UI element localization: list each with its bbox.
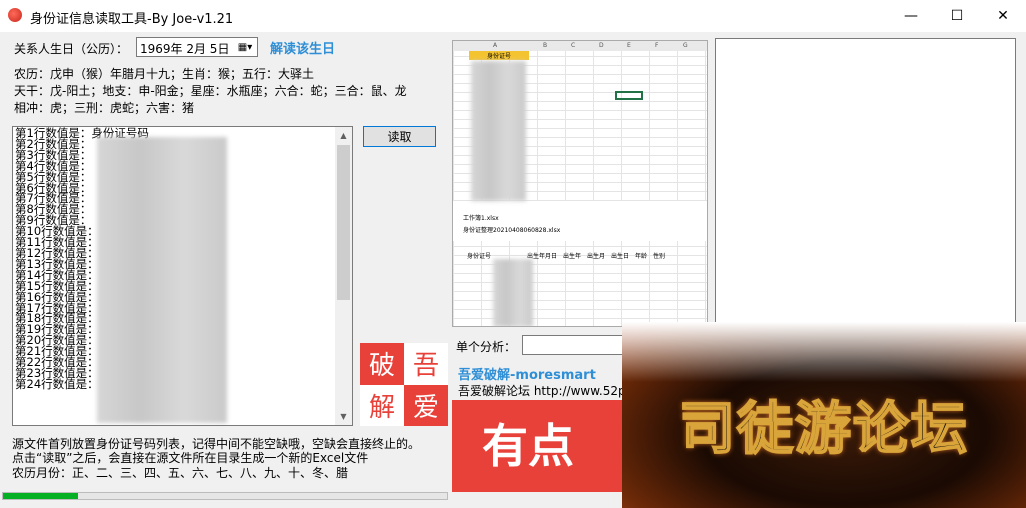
stamp-char: 解 <box>360 384 404 426</box>
vertical-scrollbar[interactable]: ▲ ▼ <box>335 127 352 425</box>
stamp-char: 爱 <box>412 392 439 423</box>
file-item: 身份证整理20210408060828.xlsx <box>463 227 561 234</box>
app-icon <box>8 8 22 22</box>
date-value: 1969年 2月 5日 <box>140 42 230 56</box>
smoke-decoration <box>622 322 1026 382</box>
single-analysis-input[interactable] <box>522 335 632 355</box>
lunar-info-line: 相冲：虎；三刑：虎蛇；六害：猪 <box>14 101 195 115</box>
forum-url[interactable]: 吾爱破解论坛 http://www.52po <box>458 382 633 399</box>
column-letter: E <box>627 42 631 49</box>
decode-birthday-button[interactable]: 解读该生日 <box>270 38 335 57</box>
preview-image: A B C D E F G 身份证号 工作簿1.xlsx 身份证整理202104… <box>452 40 708 327</box>
forum-watermark-banner: 司徒游论坛 <box>622 322 1026 508</box>
scroll-thumb[interactable] <box>337 145 350 300</box>
birthday-label: 关系人生日（公历）： <box>14 42 129 56</box>
output-textarea[interactable]: 第1行数值是：身份证号码 第2行数值是： 第3行数值是： 第4行数值是： 第5行… <box>12 126 353 426</box>
column-letter: D <box>599 42 604 49</box>
maximize-button[interactable]: ☐ <box>934 0 980 32</box>
brand-link[interactable]: 吾爱破解-moresmart <box>458 364 596 383</box>
forum-watermark-text: 司徒游论坛 <box>678 395 969 463</box>
single-analysis-label: 单个分析： <box>456 340 517 354</box>
progress-bar <box>2 492 448 500</box>
calendar-icon[interactable]: ▦▾ <box>233 38 257 56</box>
result-panel[interactable] <box>715 38 1016 325</box>
stamp-char: 吾 <box>404 343 448 385</box>
scroll-up-icon[interactable]: ▲ <box>335 127 352 144</box>
column-letter: B <box>543 42 548 49</box>
instruction-line: 农历月份：正、二、三、四、五、六、七、八、九、十、冬、腊 <box>12 466 349 480</box>
title-bar: 身份证信息读取工具-By Joe-v1.21 — ☐ ✕ <box>0 0 1026 32</box>
result-spreadsheet: 身份证号 出生年月日 出生年 出生月 出生日 年龄 性别 <box>453 241 707 326</box>
read-button[interactable]: 读取 <box>363 126 436 147</box>
file-item: 工作簿1.xlsx <box>463 215 499 222</box>
header-cell: 身份证号 <box>469 51 529 60</box>
redaction-blur <box>97 137 227 423</box>
redaction-blur <box>493 259 533 326</box>
ad-banner-text: 有点 <box>482 419 574 473</box>
window-title: 身份证信息读取工具-By Joe-v1.21 <box>30 12 234 27</box>
redaction-blur <box>471 61 526 201</box>
spreadsheet-column-header <box>453 41 707 51</box>
close-button[interactable]: ✕ <box>980 0 1026 32</box>
scroll-down-icon[interactable]: ▼ <box>335 408 352 425</box>
ad-banner[interactable]: 有点 <box>452 400 622 492</box>
column-letter: C <box>571 42 576 49</box>
column-letter: F <box>655 42 659 49</box>
stamp-char: 破 <box>368 351 395 382</box>
column-letter: G <box>683 42 688 49</box>
file-list: 工作簿1.xlsx 身份证整理20210408060828.xlsx <box>463 213 560 237</box>
52pojie-stamp-logo: 破 吾 解 爱 <box>360 343 448 426</box>
selected-cell <box>615 91 643 100</box>
column-letter: A <box>493 42 498 49</box>
minimize-button[interactable]: — <box>888 0 934 32</box>
lunar-info-line: 天干：戊-阳土；地支：申-阳金；星座：水瓶座；六合：蛇；三合：鼠、龙 <box>14 84 407 98</box>
birthday-date-picker[interactable]: 1969年 2月 5日 ▦▾ <box>136 37 258 57</box>
lunar-info-line: 农历：戊申（猴）年腊月十九；生肖：猴；五行：大驿土 <box>14 67 315 81</box>
progress-fill <box>3 493 79 499</box>
